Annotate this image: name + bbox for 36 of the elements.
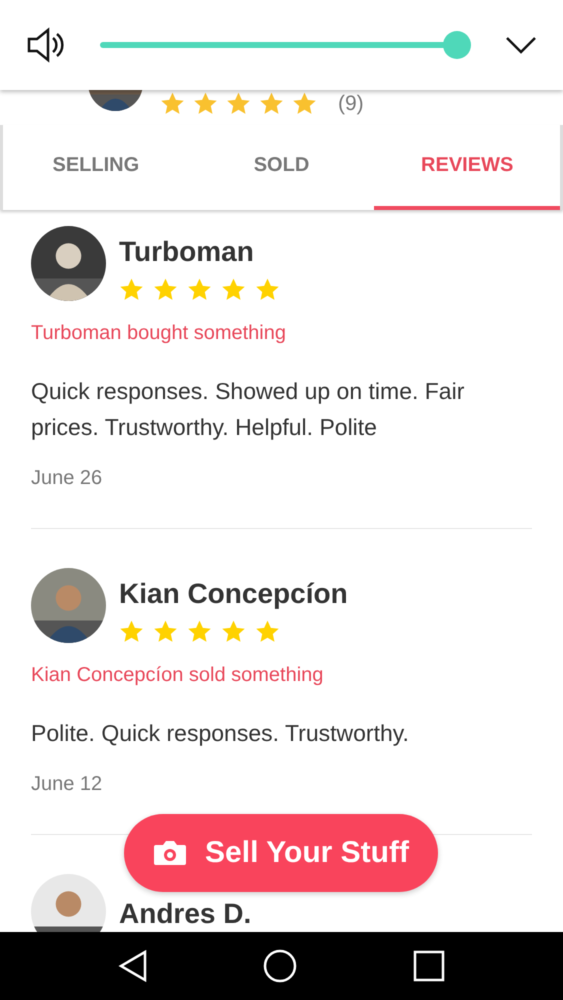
rating-count: (9) (338, 92, 364, 117)
tab[interactable]: REVIEWS (374, 125, 560, 210)
star-icon (119, 619, 144, 644)
sell-button[interactable]: Sell Your Stuff (124, 814, 438, 892)
review-activity: Turboman bought something (31, 322, 287, 345)
reviewer-name[interactable]: Kian Concepcíon (119, 578, 348, 610)
review-text: Quick responses. Showed up on time. Fair prices. Trustworthy. Helpful. Polite (31, 377, 466, 442)
star-icon (221, 277, 246, 302)
star-icon (160, 91, 185, 116)
star-icon (119, 277, 144, 302)
star-icon (153, 619, 178, 644)
reviewer-name[interactable]: Turboman (119, 236, 280, 268)
review-text: Polite. Quick responses. Trustworthy. (31, 719, 410, 748)
star-icon (226, 91, 251, 116)
tab[interactable]: SOLD (188, 125, 374, 210)
recents-icon[interactable] (413, 950, 446, 982)
star-icon (187, 277, 212, 302)
camera-icon (153, 839, 188, 867)
review-date: June 12 (31, 773, 104, 796)
star-icon (292, 91, 317, 116)
chevron-down-icon[interactable] (505, 35, 537, 55)
volume-slider[interactable] (100, 31, 471, 59)
star-icon (193, 91, 218, 116)
home-icon[interactable] (263, 949, 298, 983)
reviewer-name[interactable]: Andres D. (119, 898, 252, 930)
star-icon (153, 277, 178, 302)
star-icon (259, 91, 284, 116)
review-activity: Kian Concepcíon sold something (31, 664, 324, 687)
star-icon (187, 619, 212, 644)
star-icon (221, 619, 246, 644)
back-icon[interactable] (118, 950, 148, 982)
tab[interactable]: SELLING (3, 125, 189, 210)
star-icon (255, 619, 280, 644)
speaker-icon[interactable] (26, 27, 66, 63)
star-icon (255, 277, 280, 302)
review-date: June 26 (31, 467, 104, 490)
